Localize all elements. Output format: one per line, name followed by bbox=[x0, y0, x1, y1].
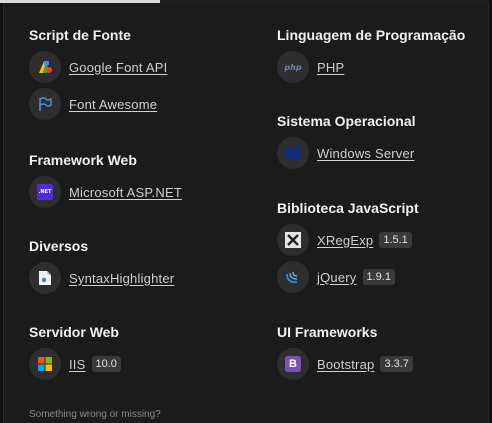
tech-link[interactable]: Font Awesome bbox=[69, 97, 157, 112]
dotnet-icon: .NET bbox=[29, 176, 61, 208]
tech-item-aspnet[interactable]: .NET Microsoft ASP.NET bbox=[29, 176, 182, 208]
tech-item-bootstrap[interactable]: B Bootstrap 3.3.7 bbox=[277, 348, 413, 380]
tech-link[interactable]: Windows Server bbox=[317, 146, 414, 161]
tech-link[interactable]: Microsoft ASP.NET bbox=[69, 185, 182, 200]
section-title: Biblioteca JavaScript bbox=[277, 200, 419, 216]
version-badge: 1.9.1 bbox=[362, 269, 395, 285]
tech-item-php[interactable]: php PHP bbox=[277, 51, 465, 83]
tech-item-google-font-api[interactable]: Google Font API bbox=[29, 51, 167, 83]
section-web-server: Servidor Web IIS 10.0 bbox=[29, 323, 121, 380]
version-badge: 1.5.1 bbox=[379, 232, 412, 248]
tech-item-windows-server[interactable]: Windows Server bbox=[277, 137, 416, 169]
tech-link[interactable]: PHP bbox=[317, 60, 344, 75]
xregexp-icon bbox=[277, 224, 309, 256]
tech-link[interactable]: XRegExp bbox=[317, 233, 373, 248]
windows-logo-icon bbox=[29, 348, 61, 380]
feedback-link[interactable]: Something wrong or missing? bbox=[29, 409, 161, 420]
version-badge: 3.3.7 bbox=[380, 356, 413, 372]
bootstrap-icon: B bbox=[277, 348, 309, 380]
tech-item-xregexp[interactable]: XRegExp 1.5.1 bbox=[277, 224, 419, 256]
section-operating-system: Sistema Operacional Windows Server bbox=[277, 112, 416, 169]
section-programming-language: Linguagem de Programação php PHP bbox=[277, 26, 465, 83]
section-title: Script de Fonte bbox=[29, 27, 131, 43]
tech-item-syntaxhighlighter[interactable]: SyntaxHighlighter bbox=[29, 262, 174, 294]
section-font-scripts: Script de Fonte Google Font API Font Awe… bbox=[29, 26, 167, 120]
tech-item-iis[interactable]: IIS 10.0 bbox=[29, 348, 121, 380]
section-title: Linguagem de Programação bbox=[277, 27, 466, 43]
version-badge: 10.0 bbox=[91, 356, 121, 372]
section-web-framework: Framework Web .NET Microsoft ASP.NET bbox=[29, 151, 182, 208]
tech-item-jquery[interactable]: jQuery 1.9.1 bbox=[277, 261, 419, 293]
jquery-icon bbox=[277, 261, 309, 293]
technology-panel: Script de Fonte Google Font API Font Awe… bbox=[3, 3, 489, 423]
tech-link[interactable]: jQuery bbox=[317, 270, 357, 285]
tech-link[interactable]: SyntaxHighlighter bbox=[69, 271, 174, 286]
section-ui-frameworks: UI Frameworks B Bootstrap 3.3.7 bbox=[277, 323, 413, 380]
tech-link[interactable]: Bootstrap bbox=[317, 357, 374, 372]
section-title: Diversos bbox=[29, 238, 89, 254]
windows-server-icon bbox=[277, 137, 309, 169]
php-icon: php bbox=[277, 51, 309, 83]
section-title: Sistema Operacional bbox=[277, 113, 416, 129]
section-title: UI Frameworks bbox=[277, 324, 378, 340]
section-misc: Diversos SyntaxHighlighter bbox=[29, 237, 174, 294]
tech-item-font-awesome[interactable]: Font Awesome bbox=[29, 88, 167, 120]
tech-link[interactable]: Google Font API bbox=[69, 60, 167, 75]
syntaxhighlighter-icon bbox=[29, 262, 61, 294]
section-title: Framework Web bbox=[29, 152, 137, 168]
google-fonts-icon bbox=[29, 51, 61, 83]
section-javascript-libraries: Biblioteca JavaScript XRegExp 1.5.1 jQue… bbox=[277, 199, 419, 293]
font-awesome-flag-icon bbox=[29, 88, 61, 120]
tech-link[interactable]: IIS bbox=[69, 357, 86, 372]
section-title: Servidor Web bbox=[29, 324, 119, 340]
